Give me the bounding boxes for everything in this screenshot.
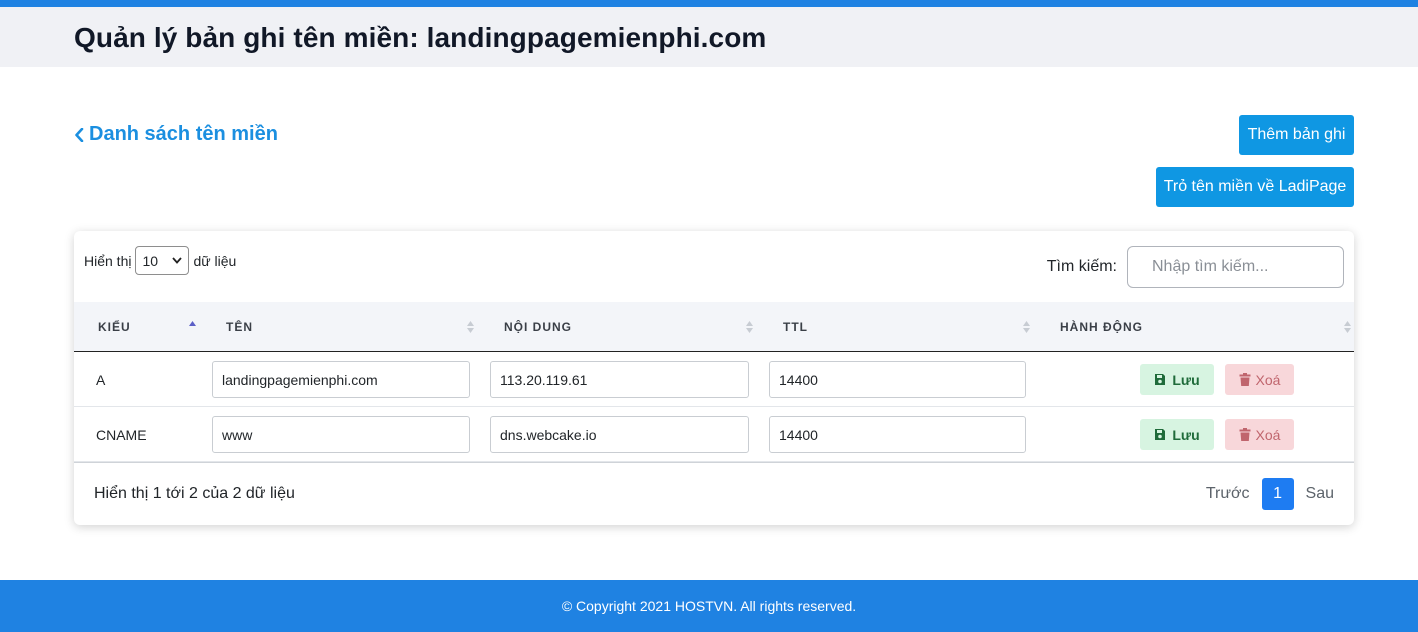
sort-both-icon [746,321,753,333]
search-control: Tìm kiếm: [1047,246,1344,288]
sort-both-icon [1023,321,1030,333]
page-length-value: 10 [142,252,159,269]
delete-button[interactable]: Xoá [1225,419,1294,450]
sort-both-icon [467,321,474,333]
back-link-label: Danh sách tên miền [89,123,278,145]
prev-page-button[interactable]: Trước [1206,485,1250,503]
record-type: CNAME [96,426,147,443]
record-content-input[interactable]: dns.webcake.io [490,416,749,453]
delete-button[interactable]: Xoá [1225,364,1294,395]
table-row: CNAME www dns.webcake.io 14400 Lưu Xoá [74,407,1354,462]
table-divider [74,462,1354,463]
length-suffix-label: dữ liệu [193,252,237,269]
back-to-domain-list-link[interactable]: Danh sách tên miền [74,123,278,146]
column-header-ttl[interactable]: TTL [783,302,808,351]
length-prefix-label: Hiển thị [84,252,132,269]
save-label: Lưu [1172,371,1200,388]
sort-asc-icon [189,321,196,326]
save-icon [1155,374,1166,385]
pagination: Trước 1 Sau [1206,478,1334,510]
record-content-input[interactable]: 113.20.119.61 [490,361,749,398]
chevron-down-icon [172,257,183,264]
column-header-name[interactable]: TÊN [226,302,253,351]
top-accent-bar [0,0,1418,7]
table-info: Hiển thị 1 tới 2 của 2 dữ liệu [94,485,295,502]
page-title: Quản lý bản ghi tên miền: landingpagemie… [74,22,767,53]
record-ttl-input[interactable]: 14400 [769,361,1026,398]
page-length-select[interactable]: 10 [135,246,190,275]
record-type: A [96,371,106,388]
save-icon [1155,429,1166,440]
record-ttl-input[interactable]: 14400 [769,416,1026,453]
column-header-actions[interactable]: HÀNH ĐỘNG [1060,302,1143,351]
save-label: Lưu [1172,426,1200,443]
copyright-text: © Copyright 2021 HOSTVN. All rights rese… [561,598,857,614]
record-name-input[interactable]: landingpagemienphi.com [212,361,470,398]
table-row: A landingpagemienphi.com 113.20.119.61 1… [74,352,1354,407]
save-button[interactable]: Lưu [1140,419,1214,450]
record-name-input[interactable]: www [212,416,470,453]
search-input[interactable] [1127,246,1344,288]
add-record-button[interactable]: Thêm bản ghi [1239,115,1354,155]
page-footer: © Copyright 2021 HOSTVN. All rights rese… [0,580,1418,632]
next-page-button[interactable]: Sau [1306,485,1334,503]
search-label: Tìm kiếm: [1046,258,1117,275]
table-header: KIỂU TÊN NỘI DUNG TTL HÀNH ĐỘNG [74,302,1354,352]
column-header-content[interactable]: NỘI DUNG [504,302,572,351]
save-button[interactable]: Lưu [1140,364,1214,395]
trash-icon [1239,428,1251,441]
point-domain-ladipage-button[interactable]: Trỏ tên miền về LadiPage [1156,167,1354,207]
page-header: Quản lý bản ghi tên miền: landingpagemie… [0,7,1418,67]
page-length-control: Hiển thị 10 dữ liệu [84,246,236,275]
column-header-type[interactable]: KIỂU [98,302,131,351]
sort-both-icon [1344,321,1351,333]
delete-label: Xoá [1255,371,1281,388]
delete-label: Xoá [1255,426,1281,443]
trash-icon [1239,373,1251,386]
page-button-current[interactable]: 1 [1261,478,1294,510]
chevron-left-icon [75,127,84,142]
records-table-card: Hiển thị 10 dữ liệu Tìm kiếm: KIỂU TÊN N… [74,231,1354,525]
